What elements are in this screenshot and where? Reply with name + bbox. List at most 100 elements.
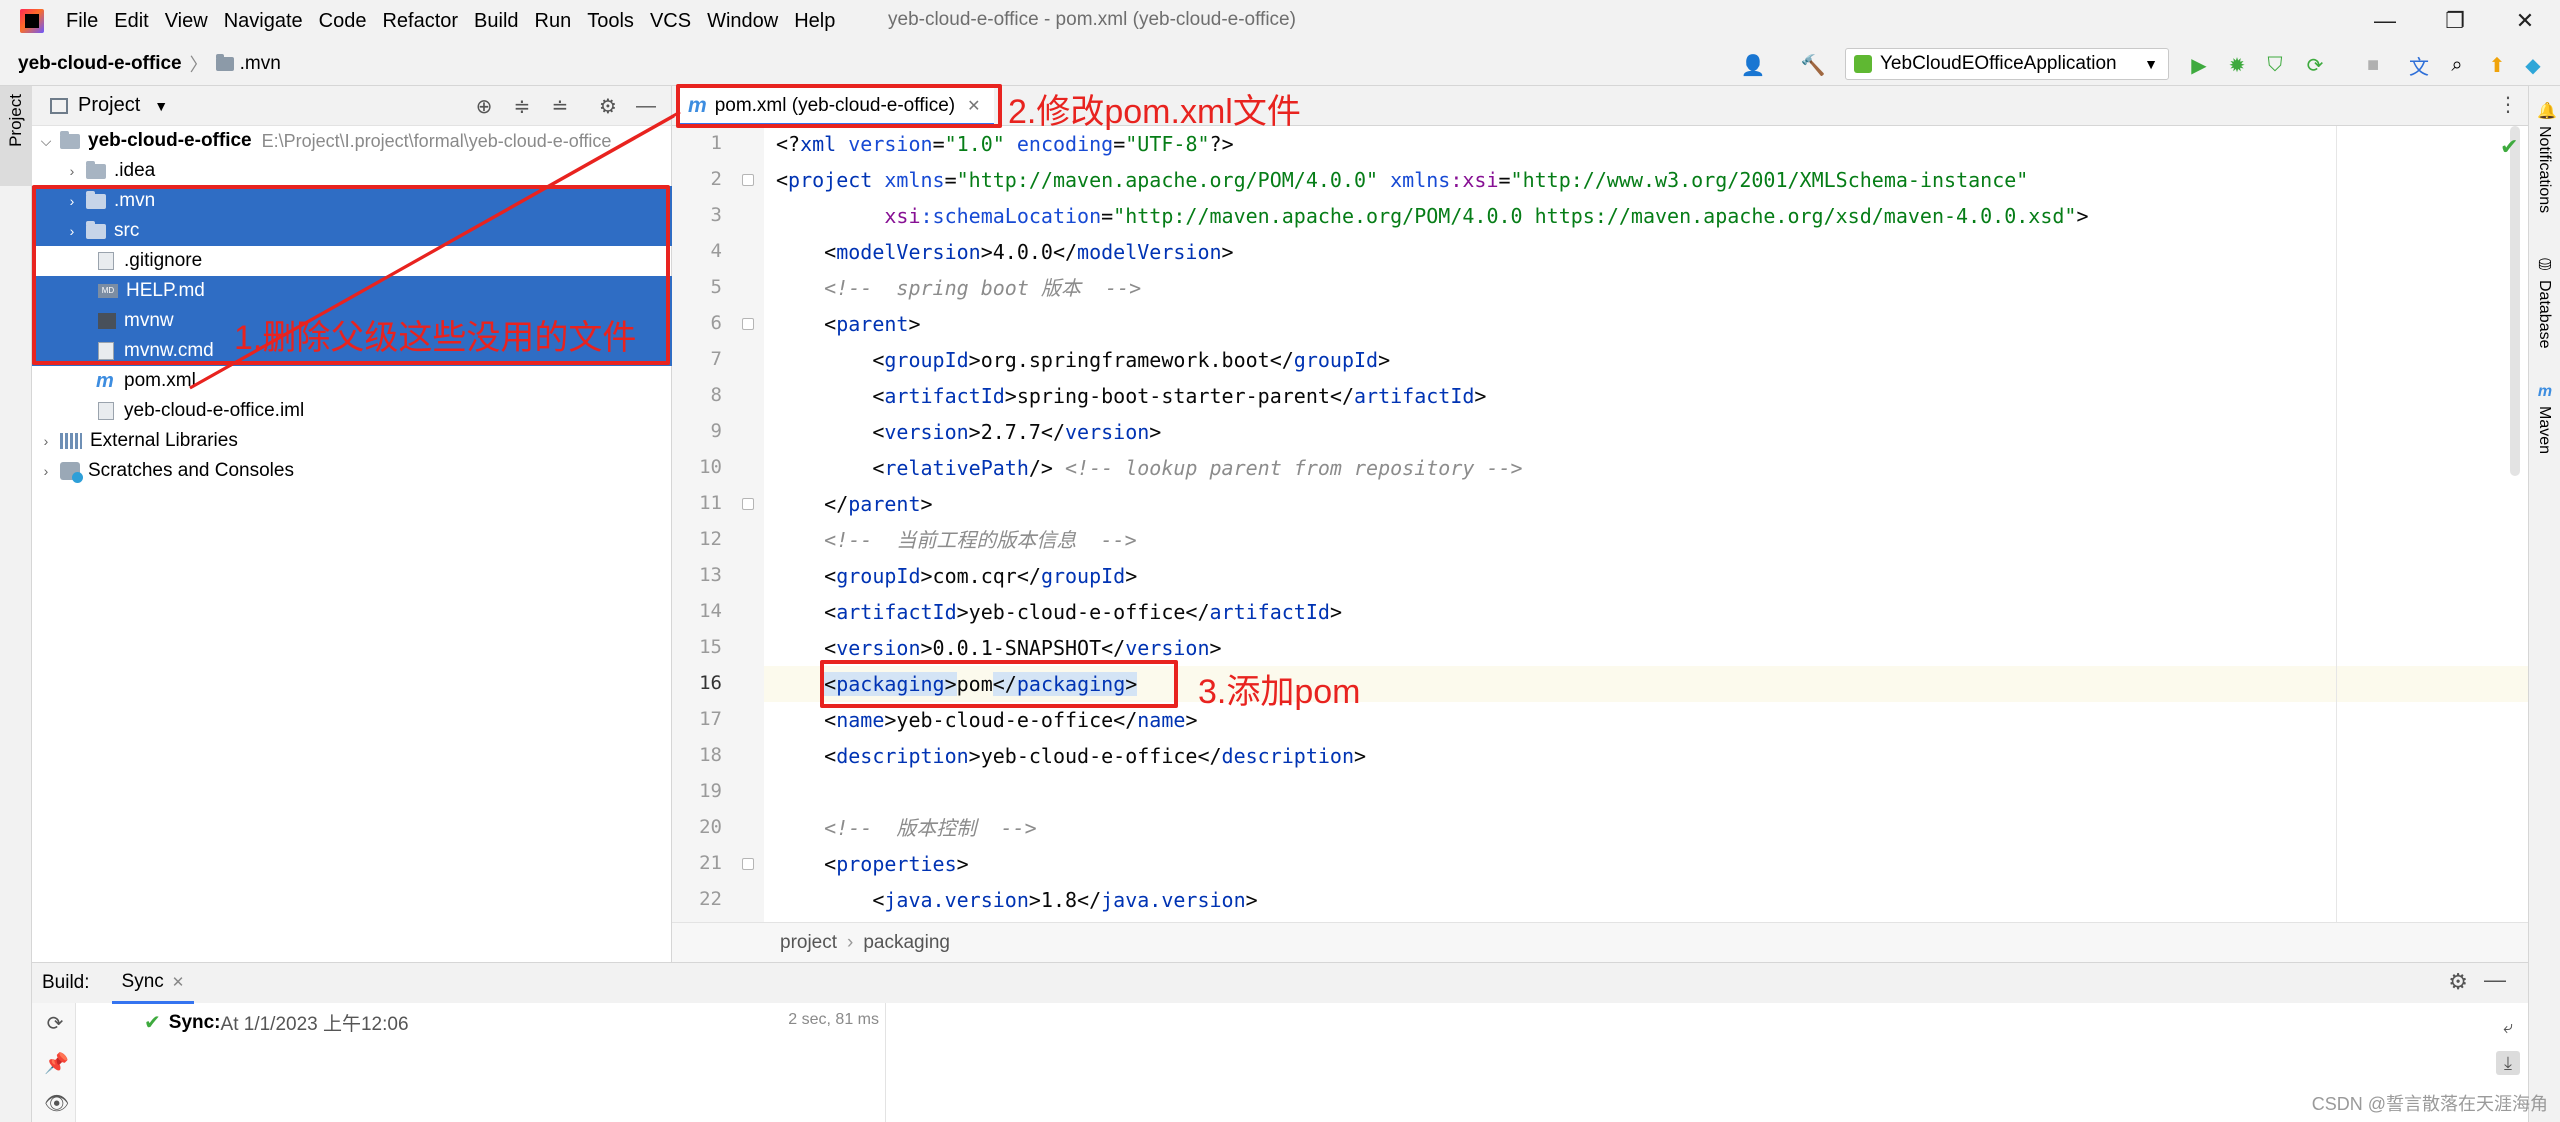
menu-tools[interactable]: Tools xyxy=(587,10,634,33)
tree-item-gitignore[interactable]: .gitignore xyxy=(32,246,672,276)
tree-item-root[interactable]: ⌵ yeb-cloud-e-office E:\Project\I.projec… xyxy=(32,126,672,156)
more-options-icon[interactable]: ⋮ xyxy=(2498,92,2518,117)
gear-icon[interactable]: ⚙ xyxy=(2448,969,2468,995)
profile-icon[interactable]: ⟳ xyxy=(2300,50,2330,80)
tree-item-label: .mvn xyxy=(114,190,156,211)
menu-code[interactable]: Code xyxy=(319,10,367,33)
folder-icon xyxy=(215,53,234,71)
line-number: 20 xyxy=(699,816,722,838)
chevron-right-icon[interactable]: › xyxy=(36,433,56,449)
menu-help[interactable]: Help xyxy=(794,10,835,33)
expand-all-icon[interactable]: ≑ xyxy=(508,92,536,120)
line-number: 7 xyxy=(710,348,722,370)
fold-marker-icon[interactable] xyxy=(742,318,754,330)
soft-wrap-icon[interactable]: ⤶ xyxy=(2496,1015,2520,1039)
stop-icon[interactable]: ■ xyxy=(2358,50,2388,80)
project-panel: Project ▼ ⊕ ≑ ≐ ⚙ — ⌵ yeb-cloud-e-office… xyxy=(32,86,672,962)
search-icon[interactable]: ⌕ xyxy=(2442,50,2472,80)
module-folder-icon xyxy=(60,130,80,149)
build-panel: Build: Sync ✕ ⚙ — ⟳ 📌 👁 ✔ Sync: At 1/1/20… xyxy=(32,962,2528,1122)
tree-item-mvn[interactable]: › .mvn xyxy=(32,186,672,216)
menu-window[interactable]: Window xyxy=(707,10,778,33)
menu-vcs[interactable]: VCS xyxy=(650,10,691,33)
close-tab-icon[interactable]: ✕ xyxy=(172,974,185,991)
menu-view[interactable]: View xyxy=(165,10,208,33)
collapse-all-icon[interactable]: ≐ xyxy=(546,92,574,120)
tree-item-src[interactable]: › src xyxy=(32,216,672,246)
chevron-right-icon[interactable]: › xyxy=(62,163,82,179)
hide-panel-icon[interactable]: — xyxy=(2484,967,2506,993)
database-icon[interactable]: ⛁ xyxy=(2537,258,2553,274)
sync-title: Sync: xyxy=(168,1011,221,1033)
breadcrumb-item[interactable]: project xyxy=(780,932,837,954)
editor-gutter: 1 2 3 4 5 6 7 8 9 10 11 12 13 14 15 16 1… xyxy=(672,126,764,922)
menu-refactor[interactable]: Refactor xyxy=(382,10,458,33)
tree-item-iml[interactable]: yeb-cloud-e-office.iml xyxy=(32,396,672,426)
close-tab-icon[interactable]: ✕ xyxy=(967,96,980,116)
tree-item-idea[interactable]: › .idea xyxy=(32,156,672,186)
maven-tool-tab[interactable]: Maven xyxy=(2535,406,2553,454)
project-tool-tab[interactable]: Project xyxy=(0,86,32,186)
project-panel-title[interactable]: Project xyxy=(78,94,140,117)
notifications-tool-tab[interactable]: Notifications xyxy=(2535,126,2553,213)
fold-marker-icon[interactable] xyxy=(742,498,754,510)
tab-label: Sync xyxy=(121,970,164,992)
eye-icon[interactable]: 👁 xyxy=(44,1093,69,1115)
tab-pom-xml[interactable]: m pom.xml (yeb-cloud-e-office) ✕ xyxy=(676,88,994,126)
maven-icon[interactable]: m xyxy=(2537,384,2553,400)
chevron-right-icon[interactable]: › xyxy=(62,223,82,239)
refresh-icon[interactable]: ⟳ xyxy=(44,1013,66,1035)
fold-marker-icon[interactable] xyxy=(742,174,754,186)
translate-icon[interactable]: 文 xyxy=(2404,50,2434,80)
menu-build[interactable]: Build xyxy=(474,10,518,33)
sync-result-row[interactable]: ✔ Sync: At 1/1/2023 上午12:06 xyxy=(144,1009,409,1036)
fold-marker-icon[interactable] xyxy=(742,858,754,870)
database-tool-tab[interactable]: Database xyxy=(2535,280,2553,349)
code-editor[interactable]: <?xml version="1.0" encoding="UTF-8"?> <… xyxy=(764,126,2528,922)
folder-icon xyxy=(86,160,106,179)
update-icon[interactable]: ⬆ xyxy=(2482,50,2512,80)
tree-item-pom-xml[interactable]: m pom.xml xyxy=(32,366,672,396)
chevron-down-icon[interactable]: ▼ xyxy=(154,98,168,114)
debug-icon[interactable]: ✹ xyxy=(2222,50,2252,80)
chevron-right-icon[interactable]: › xyxy=(36,463,56,479)
tree-item-help-md[interactable]: MD HELP.md xyxy=(32,276,672,306)
tree-item-scratches[interactable]: › Scratches and Consoles xyxy=(32,456,672,486)
left-tool-strip: Project xyxy=(0,86,32,1122)
coverage-icon[interactable]: ⛉ xyxy=(2260,50,2290,80)
checkmark-icon[interactable]: ✔ xyxy=(2500,134,2518,160)
menu-navigate[interactable]: Navigate xyxy=(224,10,303,33)
tab-sync[interactable]: Sync ✕ xyxy=(111,963,195,1004)
breadcrumb-folder[interactable]: .mvn xyxy=(240,53,281,75)
editor-scrollbar[interactable] xyxy=(2510,126,2520,476)
menu-edit[interactable]: Edit xyxy=(114,10,148,33)
user-icon[interactable]: 👤 xyxy=(1738,50,1768,80)
hide-panel-icon[interactable]: — xyxy=(632,92,660,120)
pin-icon[interactable]: 📌 xyxy=(44,1053,69,1075)
chevron-down-icon[interactable]: ⌵ xyxy=(36,133,56,150)
menu-file[interactable]: File xyxy=(66,10,98,33)
code-line: <!-- spring boot 版本 --> xyxy=(776,276,1142,300)
hammer-icon[interactable]: 🔨 xyxy=(1798,50,1828,80)
tree-item-label: .gitignore xyxy=(124,250,203,271)
run-configuration-select[interactable]: YebCloudEOfficeApplication ▼ xyxy=(1845,48,2169,80)
code-line: xsi:schemaLocation="http://maven.apache.… xyxy=(776,204,2089,228)
close-button[interactable]: ✕ xyxy=(2490,0,2560,42)
gear-icon[interactable]: ⚙ xyxy=(594,92,622,120)
logo-icon[interactable]: ◆ xyxy=(2518,50,2548,80)
scroll-to-end-icon[interactable]: ⤓ xyxy=(2496,1051,2520,1075)
breadcrumb-item[interactable]: packaging xyxy=(863,932,950,954)
breadcrumb-project[interactable]: yeb-cloud-e-office xyxy=(18,53,182,75)
code-line: <parent> xyxy=(776,312,921,336)
run-icon[interactable]: ▶ xyxy=(2184,50,2214,80)
bell-icon[interactable]: 🔔 xyxy=(2537,104,2557,120)
minimize-button[interactable]: — xyxy=(2350,0,2420,42)
maven-file-icon: m xyxy=(96,370,114,392)
locate-icon[interactable]: ⊕ xyxy=(470,92,498,120)
chevron-right-icon[interactable]: › xyxy=(62,193,82,209)
tree-item-external-libraries[interactable]: › External Libraries xyxy=(32,426,672,456)
code-line-current: <packaging>pom</packaging> xyxy=(824,672,1138,696)
menu-run[interactable]: Run xyxy=(535,10,572,33)
restore-button[interactable]: ❐ xyxy=(2420,0,2490,42)
breadcrumb-separator: › xyxy=(847,931,854,953)
